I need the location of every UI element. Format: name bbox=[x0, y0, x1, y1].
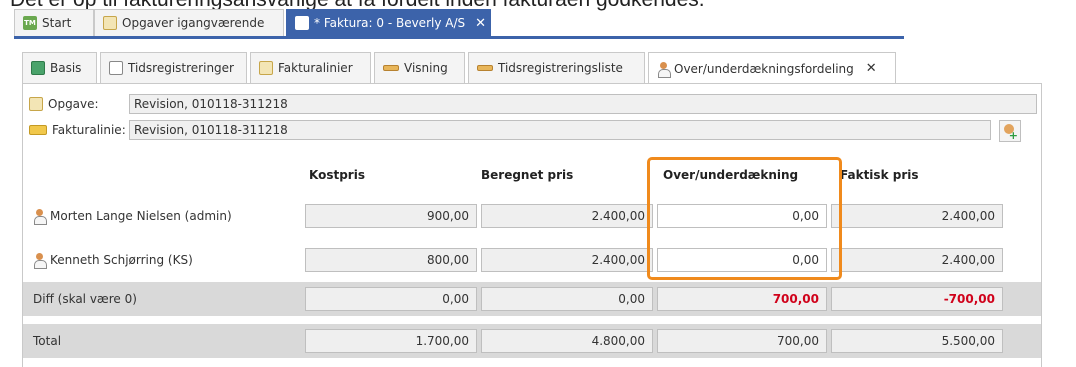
tab-over-underdaekningsfordeling[interactable]: Over/underdækningsfordeling ✕ bbox=[648, 52, 896, 84]
invoice-lines-icon bbox=[29, 125, 47, 135]
task-icon bbox=[259, 61, 273, 75]
tab-start[interactable]: TM Start bbox=[14, 9, 94, 36]
faktisk-pris-cell: 2.400,00 bbox=[831, 248, 1003, 272]
beregnet-pris-cell: 4.800,00 bbox=[481, 329, 653, 353]
fakturalinie-label: Fakturalinie: bbox=[52, 123, 126, 137]
over-underdaekning-cell: 700,00 bbox=[657, 287, 827, 311]
tab-label: Over/underdækningsfordeling bbox=[674, 61, 854, 76]
faktisk-pris-cell: 5.500,00 bbox=[831, 329, 1003, 353]
invoice-icon bbox=[31, 61, 45, 75]
bar-icon bbox=[477, 65, 493, 71]
kostpris-cell: 1.700,00 bbox=[305, 329, 477, 353]
diff-row: Diff (skal være 0) 0,00 0,00 700,00 -700… bbox=[23, 282, 1041, 316]
kostpris-cell: 900,00 bbox=[305, 204, 477, 228]
close-icon[interactable]: ✕ bbox=[866, 61, 877, 76]
faktisk-pris-cell: 2.400,00 bbox=[831, 204, 1003, 228]
table-row-label: Kenneth Schjørring (KS) bbox=[33, 250, 193, 270]
coins-person-icon bbox=[657, 61, 671, 78]
fakturalinie-field[interactable]: Revision, 010118-311218 bbox=[129, 120, 991, 140]
column-header-beregnet-pris: Beregnet pris bbox=[481, 168, 574, 182]
tab-opgaver-igangvaerende[interactable]: Opgaver igangværende bbox=[94, 9, 284, 36]
task-icon bbox=[103, 16, 117, 30]
tab-label: Start bbox=[42, 16, 72, 30]
tm-logo-icon: TM bbox=[23, 16, 37, 30]
allocation-panel: Opgave: Revision, 010118-311218 Faktural… bbox=[22, 84, 1042, 367]
column-header-faktisk-pris: Faktisk pris bbox=[840, 168, 919, 182]
opgave-field-wrap: Revision, 010118-311218 bbox=[129, 94, 1039, 114]
tab-label: Visning bbox=[404, 61, 448, 75]
bar-icon bbox=[383, 65, 399, 71]
beregnet-pris-cell: 2.400,00 bbox=[481, 204, 653, 228]
task-icon bbox=[29, 97, 43, 111]
tab-tidsregistreringer[interactable]: Tidsregistreringer bbox=[100, 52, 247, 83]
fakturalinie-row: Fakturalinie: bbox=[29, 120, 126, 140]
tab-underline bbox=[14, 36, 904, 39]
close-icon[interactable]: ✕ bbox=[475, 16, 486, 31]
add-person-button[interactable] bbox=[999, 120, 1021, 142]
tab-label: Tidsregistreringsliste bbox=[498, 61, 623, 75]
total-row: Total 1.700,00 4.800,00 700,00 5.500,00 bbox=[23, 324, 1041, 358]
tab-fakturalinier[interactable]: Fakturalinier bbox=[250, 52, 371, 83]
tab-basis[interactable]: Basis bbox=[22, 52, 97, 83]
opgave-label: Opgave: bbox=[48, 97, 99, 111]
table-row-label: Morten Lange Nielsen (admin) bbox=[33, 206, 232, 226]
tab-label: Opgaver igangværende bbox=[122, 16, 265, 30]
tab-label: Fakturalinier bbox=[278, 61, 353, 75]
tab-label: Tidsregistreringer bbox=[128, 61, 234, 75]
total-label: Total bbox=[33, 334, 62, 348]
invoice-icon bbox=[295, 16, 309, 30]
diff-label: Diff (skal være 0) bbox=[33, 292, 137, 306]
document-tabs: TM Start Opgaver igangværende * Faktura:… bbox=[14, 9, 874, 37]
opgave-row: Opgave: bbox=[29, 94, 99, 114]
beregnet-pris-cell: 2.400,00 bbox=[481, 248, 653, 272]
kostpris-cell: 0,00 bbox=[305, 287, 477, 311]
highlight-annotation bbox=[647, 157, 842, 280]
time-grid-icon bbox=[109, 61, 123, 75]
faktisk-pris-cell: -700,00 bbox=[831, 287, 1003, 311]
fakturalinie-field-wrap: Revision, 010118-311218 bbox=[129, 120, 991, 140]
tab-label: * Faktura: 0 - Beverly A/S bbox=[314, 16, 466, 30]
kostpris-cell: 800,00 bbox=[305, 248, 477, 272]
tab-tidsregistreringsliste[interactable]: Tidsregistreringsliste bbox=[468, 52, 645, 83]
column-header-kostpris: Kostpris bbox=[309, 168, 365, 182]
invoice-subtabs: Basis Tidsregistreringer Fakturalinier V… bbox=[22, 52, 1042, 84]
beregnet-pris-cell: 0,00 bbox=[481, 287, 653, 311]
opgave-field[interactable]: Revision, 010118-311218 bbox=[129, 94, 1037, 114]
tab-label: Basis bbox=[50, 61, 82, 75]
person-icon bbox=[33, 209, 47, 225]
tab-visning[interactable]: Visning bbox=[374, 52, 465, 83]
employee-name: Morten Lange Nielsen (admin) bbox=[50, 209, 232, 223]
person-icon bbox=[33, 253, 47, 269]
over-underdaekning-cell: 700,00 bbox=[657, 329, 827, 353]
employee-name: Kenneth Schjørring (KS) bbox=[50, 253, 193, 267]
tab-faktura[interactable]: * Faktura: 0 - Beverly A/S ✕ bbox=[286, 9, 491, 36]
